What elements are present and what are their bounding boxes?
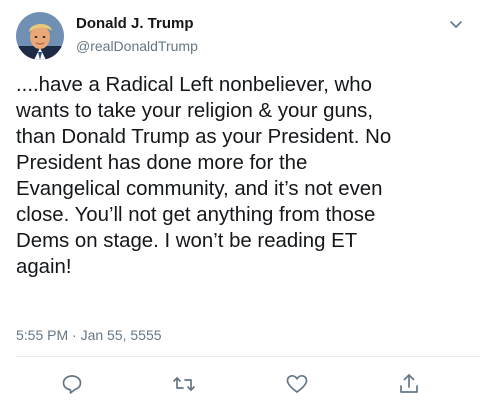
action-bar — [0, 372, 480, 398]
share-icon — [400, 374, 418, 393]
tweet-timestamp[interactable]: 5:55 PM · Jan 55, 5555 — [16, 327, 162, 343]
divider — [16, 356, 480, 357]
retweet-icon — [173, 377, 195, 391]
heart-icon — [286, 374, 308, 393]
author-handle[interactable]: @realDonaldTrump — [76, 38, 198, 54]
like-button[interactable] — [285, 372, 309, 396]
retweet-button[interactable] — [172, 372, 196, 396]
chevron-down-icon[interactable] — [448, 16, 464, 32]
share-button[interactable] — [397, 372, 421, 396]
tweet-text: ....have a Radical Left nonbeliever, who… — [16, 74, 392, 278]
tweet-card: Donald J. Trump @realDonaldTrump ....hav… — [0, 0, 480, 410]
reply-icon — [62, 375, 82, 394]
author-name[interactable]: Donald J. Trump — [76, 15, 194, 32]
avatar[interactable] — [16, 12, 64, 60]
reply-button[interactable] — [60, 372, 84, 396]
